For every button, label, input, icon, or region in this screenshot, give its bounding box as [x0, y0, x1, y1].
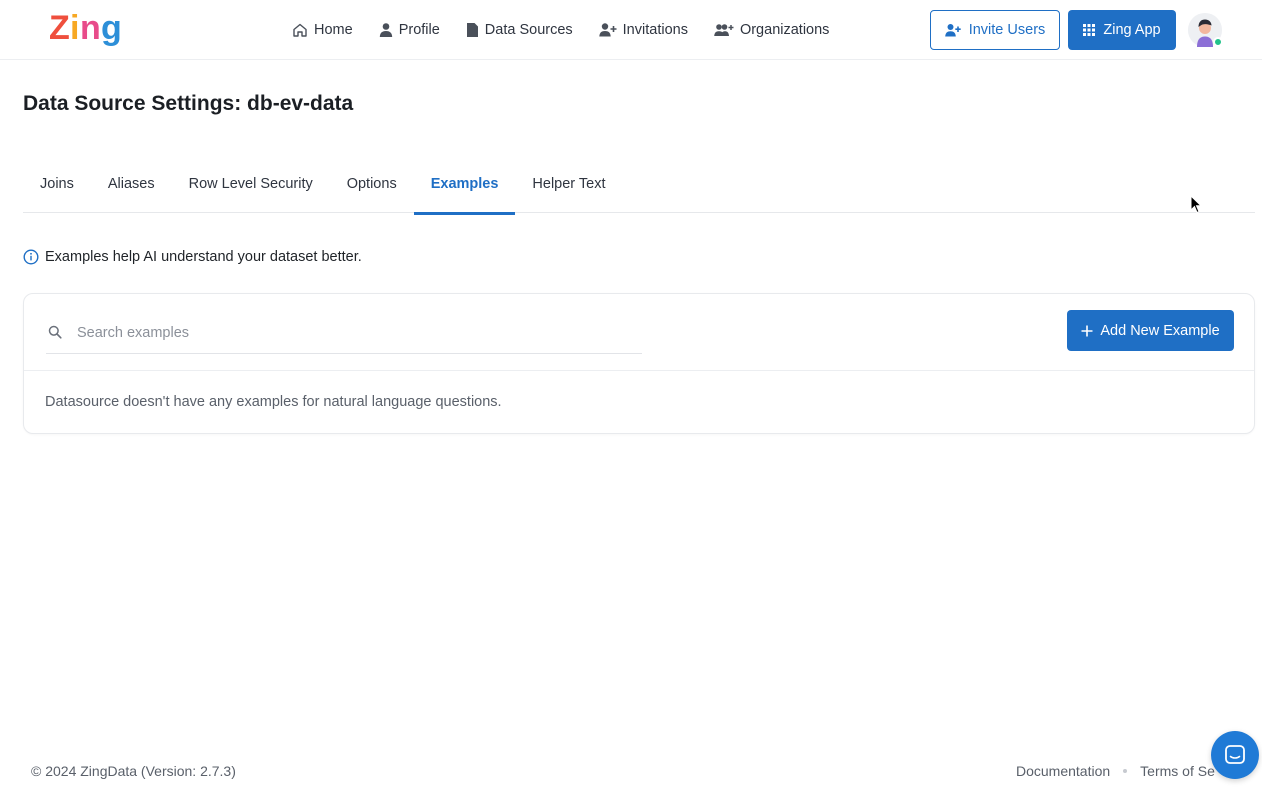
- nav-invitations-label: Invitations: [622, 22, 688, 38]
- search-examples: [46, 313, 642, 354]
- settings-tabs: Joins Aliases Row Level Security Options…: [23, 160, 1255, 215]
- zing-app-label: Zing App: [1103, 22, 1161, 38]
- nav-data-sources[interactable]: Data Sources: [466, 22, 573, 38]
- info-message: Examples help AI understand your dataset…: [23, 249, 362, 265]
- zing-logo[interactable]: Z i n g: [49, 8, 141, 52]
- tab-options[interactable]: Options: [330, 160, 414, 213]
- nav-profile-label: Profile: [398, 22, 440, 38]
- svg-text:g: g: [101, 10, 122, 47]
- search-input[interactable]: [77, 321, 637, 345]
- nav-invitations[interactable]: Invitations: [598, 22, 688, 38]
- add-new-example-label: Add New Example: [1100, 322, 1220, 339]
- info-text: Examples help AI understand your dataset…: [45, 249, 362, 265]
- chat-icon: [1225, 745, 1245, 764]
- zing-logo-mark: Z i n g: [49, 10, 122, 47]
- tab-joins[interactable]: Joins: [23, 160, 91, 213]
- svg-text:Z: Z: [49, 10, 70, 47]
- user-avatar[interactable]: [1188, 13, 1223, 47]
- tab-helper-text[interactable]: Helper Text: [515, 160, 622, 213]
- page-title: Data Source Settings: db-ev-data: [23, 92, 354, 115]
- invite-users-label: Invite Users: [968, 22, 1046, 38]
- online-status-indicator: [1213, 37, 1223, 47]
- main-nav: Home Profile Data Sources Invitations Or…: [292, 18, 829, 42]
- tab-aliases[interactable]: Aliases: [91, 160, 172, 213]
- footer-separator: [1123, 769, 1128, 773]
- footer-link-documentation[interactable]: Documentation: [1016, 763, 1110, 779]
- nav-home-label: Home: [314, 22, 353, 38]
- home-icon: [293, 23, 307, 37]
- zing-app-button[interactable]: Zing App: [1068, 10, 1176, 50]
- user-plus-icon: [598, 23, 617, 37]
- nav-organizations[interactable]: Organizations: [714, 22, 829, 38]
- plus-icon: [1081, 325, 1093, 336]
- nav-home[interactable]: Home: [292, 22, 353, 38]
- svg-text:i: i: [70, 10, 79, 47]
- footer-link-terms[interactable]: Terms of Se: [1140, 763, 1215, 779]
- divider: [24, 370, 1254, 371]
- nav-data-sources-label: Data Sources: [484, 22, 573, 38]
- chat-launcher-button[interactable]: [1211, 731, 1259, 779]
- nav-profile[interactable]: Profile: [379, 22, 440, 38]
- svg-text:n: n: [80, 10, 101, 47]
- user-plus-icon: [944, 24, 961, 37]
- add-new-example-button[interactable]: Add New Example: [1067, 310, 1234, 351]
- footer-copyright: © 2024 ZingData (Version: 2.7.3): [31, 763, 236, 779]
- tab-examples[interactable]: Examples: [413, 160, 516, 215]
- tab-row-level-security[interactable]: Row Level Security: [172, 160, 330, 213]
- nav-organizations-label: Organizations: [739, 22, 830, 38]
- mouse-pointer-icon: [1190, 195, 1203, 214]
- grid-icon: [1083, 24, 1096, 36]
- invite-users-button[interactable]: Invite Users: [930, 10, 1060, 50]
- users-plus-icon: [714, 24, 734, 36]
- footer-links: Documentation Terms of Se: [1016, 763, 1215, 779]
- info-icon: [23, 249, 39, 265]
- user-icon: [379, 23, 392, 37]
- top-header: Z i n g Home Profile Data Sources Invita…: [0, 0, 1262, 60]
- empty-state-message: Datasource doesn't have any examples for…: [45, 394, 502, 410]
- search-icon: [48, 325, 62, 339]
- examples-card: Add New Example Datasource doesn't have …: [23, 293, 1255, 434]
- file-icon: [466, 23, 478, 37]
